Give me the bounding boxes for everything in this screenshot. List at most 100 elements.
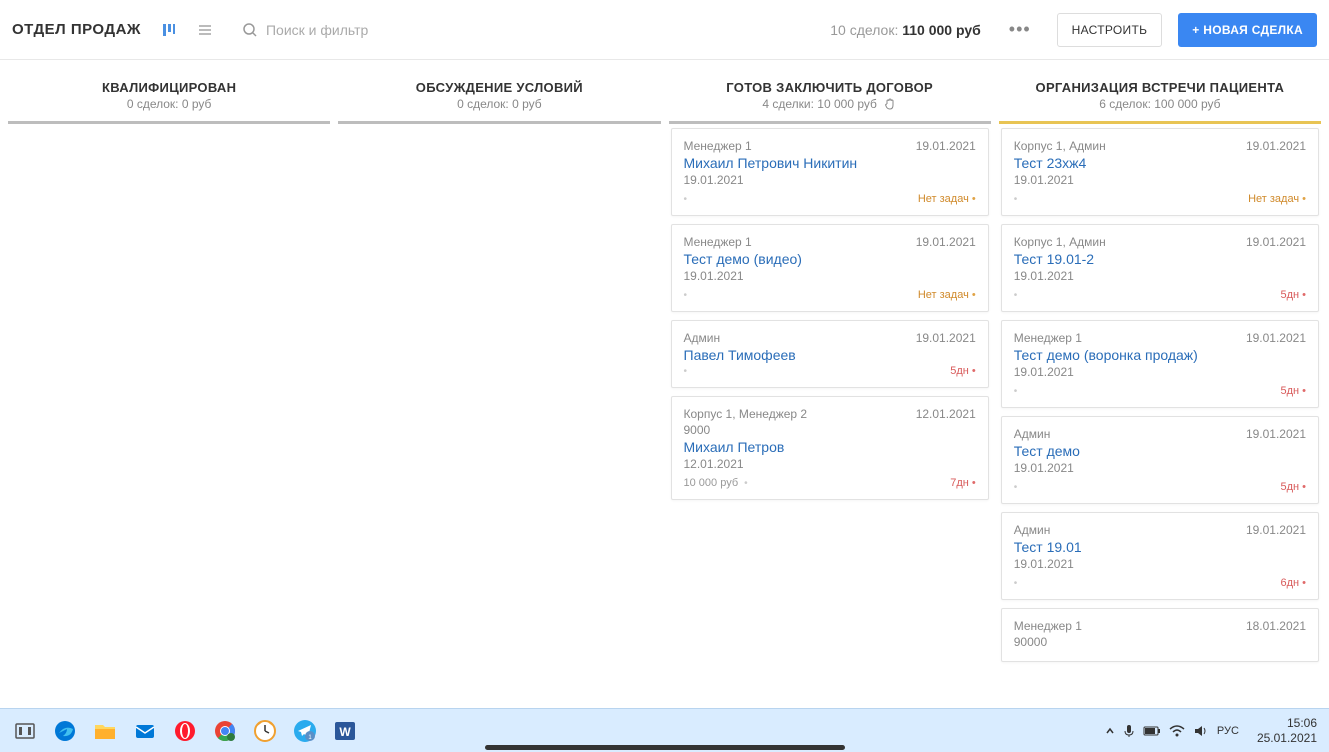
dot-icon: • bbox=[1014, 386, 1018, 397]
deal-card[interactable]: Корпус 1, Менеджер 212.01.20219000Михаил… bbox=[671, 396, 989, 500]
mic-icon[interactable] bbox=[1123, 724, 1135, 738]
card-title[interactable]: Тест 19.01-2 bbox=[1014, 251, 1306, 267]
card-tag: 5дн bbox=[1280, 385, 1306, 397]
column-header: ОБСУЖДЕНИЕ УСЛОВИЙ0 сделок: 0 руб bbox=[338, 68, 660, 119]
card-manager: Админ bbox=[1014, 523, 1051, 537]
home-indicator bbox=[485, 745, 845, 750]
column-title: КВАЛИФИЦИРОВАН bbox=[12, 80, 326, 95]
card-manager: Менеджер 1 bbox=[684, 139, 752, 153]
deal-card[interactable]: Админ 19.01.2021 Тест 19.01 19.01.2021 • 6дн bbox=[1001, 512, 1319, 600]
card-date: 19.01.2021 bbox=[1014, 365, 1306, 379]
topbar: ОТДЕЛ ПРОДАЖ 10 сделок: 110 000 руб ••• … bbox=[0, 0, 1329, 60]
card-title[interactable]: Тест 23хж4 bbox=[1014, 155, 1306, 171]
card-top-date: 18.01.2021 bbox=[1246, 619, 1306, 633]
deal-card[interactable]: Менеджер 118.01.202190000 bbox=[1001, 608, 1319, 662]
opera-icon[interactable] bbox=[168, 714, 202, 748]
card-tag: 5дн bbox=[1280, 481, 1306, 493]
volume-icon[interactable] bbox=[1193, 724, 1209, 738]
deal-card[interactable]: Менеджер 119.01.2021Тест демо (видео)19.… bbox=[671, 224, 989, 312]
card-title[interactable]: Михаил Петрович Никитин bbox=[684, 155, 976, 171]
card-manager: Менеджер 1 bbox=[1014, 619, 1082, 633]
card-top-date: 19.01.2021 bbox=[1246, 331, 1306, 345]
card-extra: 9000 bbox=[684, 423, 976, 437]
deal-card[interactable]: Менеджер 1 19.01.2021 Тест демо (воронка п… bbox=[1001, 320, 1319, 408]
pipeline-column: ОБСУЖДЕНИЕ УСЛОВИЙ0 сделок: 0 руб bbox=[338, 68, 660, 680]
card-date: 19.01.2021 bbox=[1014, 269, 1306, 283]
language-indicator[interactable]: РУС bbox=[1217, 725, 1239, 737]
card-date: 12.01.2021 bbox=[684, 457, 976, 471]
pipeline-column: ОРГАНИЗАЦИЯ ВСТРЕЧИ ПАЦИЕНТА6 сделок: 10… bbox=[999, 68, 1321, 680]
clock[interactable]: 15:06 25.01.2021 bbox=[1257, 716, 1317, 745]
edge-icon[interactable] bbox=[48, 714, 82, 748]
deals-summary: 10 сделок: 110 000 руб bbox=[830, 22, 981, 38]
deal-card[interactable]: Админ19.01.2021Тест демо19.01.2021•5дн bbox=[1001, 416, 1319, 504]
search-icon bbox=[242, 22, 258, 38]
card-title[interactable]: Тест демо (видео) bbox=[684, 251, 976, 267]
card-top-date: 19.01.2021 bbox=[916, 331, 976, 345]
dot-icon: • bbox=[744, 478, 748, 489]
card-tag: 7дн bbox=[950, 477, 976, 489]
column-title: ОБСУЖДЕНИЕ УСЛОВИЙ bbox=[342, 80, 656, 95]
column-subtitle: 0 сделок: 0 руб bbox=[12, 97, 326, 111]
pipeline-title: ОТДЕЛ ПРОДАЖ bbox=[12, 21, 141, 38]
new-deal-button[interactable]: + НОВАЯ СДЕЛКА bbox=[1178, 13, 1317, 47]
card-top-date: 19.01.2021 bbox=[1246, 139, 1306, 153]
card-title[interactable]: Павел Тимофеев bbox=[684, 347, 976, 363]
deal-card[interactable]: Менеджер 1 19.01.2021 Михаил Петрович Ники… bbox=[671, 128, 989, 216]
card-title[interactable]: Тест 19.01 bbox=[1014, 539, 1306, 555]
cards-container bbox=[338, 124, 660, 680]
card-manager: Корпус 1, Админ bbox=[1014, 235, 1106, 249]
clock-app-icon[interactable] bbox=[248, 714, 282, 748]
search-input[interactable] bbox=[266, 22, 807, 38]
dot-icon: • bbox=[1014, 482, 1018, 493]
card-manager: Админ bbox=[684, 331, 721, 345]
wifi-icon[interactable] bbox=[1169, 725, 1185, 737]
taskbar-app-icon[interactable] bbox=[8, 714, 42, 748]
card-date: 19.01.2021 bbox=[1014, 557, 1306, 571]
card-tag: Нет задач bbox=[918, 193, 976, 205]
cards-container bbox=[8, 124, 330, 680]
card-title[interactable]: Тест демо bbox=[1014, 443, 1306, 459]
card-manager: Менеджер 1 bbox=[684, 235, 752, 249]
card-tag: 6дн bbox=[1280, 577, 1306, 589]
explorer-icon[interactable] bbox=[88, 714, 122, 748]
more-menu-icon[interactable]: ••• bbox=[999, 15, 1041, 44]
battery-icon[interactable] bbox=[1143, 725, 1161, 737]
column-subtitle: 6 сделок: 100 000 руб bbox=[1003, 97, 1317, 111]
chrome-icon[interactable] bbox=[208, 714, 242, 748]
card-title[interactable]: Михаил Петров bbox=[684, 439, 976, 455]
dot-icon: • bbox=[1014, 290, 1018, 301]
search-container[interactable] bbox=[242, 12, 807, 48]
dot-icon: • bbox=[684, 194, 688, 205]
card-date: 19.01.2021 bbox=[684, 173, 976, 187]
telegram-icon[interactable]: 1 bbox=[288, 714, 322, 748]
grab-icon[interactable] bbox=[883, 97, 897, 111]
tray-up-icon[interactable] bbox=[1105, 726, 1115, 736]
deal-card[interactable]: Админ19.01.2021Павел Тимофеев•5дн bbox=[671, 320, 989, 388]
card-manager: Админ bbox=[1014, 427, 1051, 441]
deal-card[interactable]: Корпус 1, Админ19.01.2021Тест 19.01-219.… bbox=[1001, 224, 1319, 312]
column-header: ОРГАНИЗАЦИЯ ВСТРЕЧИ ПАЦИЕНТА6 сделок: 10… bbox=[999, 68, 1321, 119]
dot-icon: • bbox=[1014, 194, 1018, 205]
card-tag: Нет задач bbox=[918, 289, 976, 301]
card-price: 10 000 руб bbox=[684, 477, 739, 489]
card-tag: 5дн bbox=[950, 365, 976, 377]
card-manager: Менеджер 1 bbox=[1014, 331, 1082, 345]
dot-icon: • bbox=[1014, 578, 1018, 589]
svg-text:W: W bbox=[339, 725, 351, 739]
column-header: ГОТОВ ЗАКЛЮЧИТЬ ДОГОВОР 4 сделки: 10 000 … bbox=[669, 68, 991, 119]
list-view-icon[interactable] bbox=[191, 16, 219, 44]
column-subtitle: 4 сделки: 10 000 руб bbox=[673, 97, 987, 111]
word-icon[interactable]: W bbox=[328, 714, 362, 748]
mail-icon[interactable] bbox=[128, 714, 162, 748]
column-title: ГОТОВ ЗАКЛЮЧИТЬ ДОГОВОР bbox=[673, 80, 987, 95]
card-date: 19.01.2021 bbox=[684, 269, 976, 283]
deal-card[interactable]: Корпус 1, Админ19.01.2021Тест 23хж419.01… bbox=[1001, 128, 1319, 216]
dot-icon: • bbox=[684, 290, 688, 301]
card-date: 19.01.2021 bbox=[1014, 173, 1306, 187]
configure-button[interactable]: НАСТРОИТЬ bbox=[1057, 13, 1163, 47]
card-tag: Нет задач bbox=[1248, 193, 1306, 205]
card-top-date: 19.01.2021 bbox=[1246, 523, 1306, 537]
kanban-view-icon[interactable] bbox=[155, 16, 183, 44]
card-title[interactable]: Тест демо (воронка продаж) bbox=[1014, 347, 1306, 363]
